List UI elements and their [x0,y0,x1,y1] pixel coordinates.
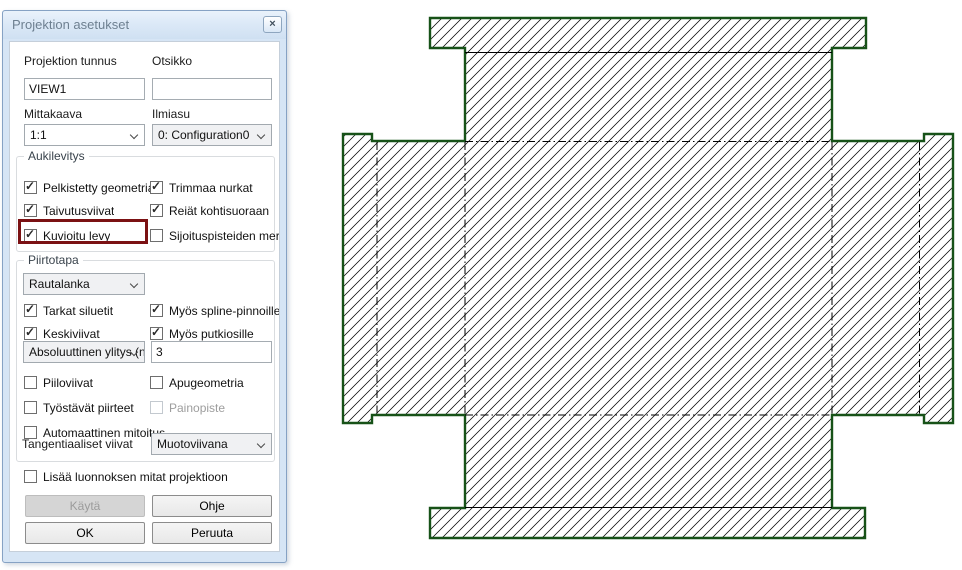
otsikko-label: Otsikko [152,54,192,68]
cancel-button[interactable]: Peruuta [152,522,272,544]
checkbox-label: Reiät kohtisuoraan [169,204,269,218]
tunnus-input[interactable] [24,78,145,100]
checkbox-pelkistetty-geometria[interactable]: Pelkistetty geometria [24,180,154,195]
render-mode-combobox[interactable]: Rautalanka [23,273,145,295]
checkbox-kuvioitu-levy[interactable]: Kuvioitu levy [24,228,110,243]
configuration-combobox[interactable]: 0: Configuration0 [152,124,272,146]
chevron-down-icon [130,131,138,139]
overshoot-mode-value: Absoluuttinen ylitys (n [29,345,145,359]
close-button[interactable]: × [263,16,282,33]
checkbox-label: Piiloviivat [43,376,93,390]
checkbox-label: Sijoituspisteiden merkir [169,229,279,243]
checkbox-myos-putkiosille[interactable]: Myös putkiosille [150,326,279,341]
projection-settings-dialog: Projektion asetukset × Projektion tunnus… [2,10,287,563]
checkbox-icon [150,401,163,414]
checkbox-label: Pelkistetty geometria [43,181,154,195]
checkbox-icon[interactable] [24,401,37,414]
apply-button-label: Käytä [70,499,101,513]
close-icon: × [269,19,275,30]
checkbox-tarkat-siluetit[interactable]: Tarkat siluetit [24,303,113,318]
scale-combobox[interactable]: 1:1 [24,124,145,146]
checkbox-label: Lisää luonnoksen mitat projektioon [43,470,228,484]
ilmiasu-label: Ilmiasu [152,107,190,121]
checkbox-piiloviivat[interactable]: Piiloviivat [24,375,93,390]
checkbox-label: Painopiste [169,401,225,415]
flat-pattern-outline[interactable] [343,18,953,538]
checkbox-icon[interactable] [24,181,37,194]
checkbox-sijoituspisteiden-merkinta[interactable]: Sijoituspisteiden merkir [150,228,279,243]
checkbox-icon[interactable] [150,327,163,340]
flatten-group-title: Aukilevitys [24,149,89,163]
checkbox-keskiviivat[interactable]: Keskiviivat [24,326,100,341]
checkbox-label: Taivutusviivat [43,204,114,218]
checkbox-label: Tarkat siluetit [43,304,113,318]
help-button-label: Ohje [199,499,224,513]
checkbox-apugeometria[interactable]: Apugeometria [150,375,279,390]
overshoot-value-input[interactable] [151,341,272,363]
checkbox-icon[interactable] [24,229,37,242]
checkbox-label: Apugeometria [169,376,244,390]
mittakaava-label: Mittakaava [24,107,82,121]
app-canvas: Projektion asetukset × Projektion tunnus… [0,0,962,570]
checkbox-icon[interactable] [24,327,37,340]
checkbox-trimmaa-nurkat[interactable]: Trimmaa nurkat [150,180,279,195]
dialog-title: Projektion asetukset [12,17,129,32]
checkbox-label: Työstävät piirteet [43,401,134,415]
checkbox-icon[interactable] [150,229,163,242]
overshoot-combobox[interactable]: Absoluuttinen ylitys (n [23,341,145,363]
configuration-value: 0: Configuration0 [158,128,249,142]
tangent-lines-value: Muotoviivana [157,437,228,451]
chevron-down-icon [257,131,265,139]
checkbox-icon[interactable] [24,376,37,389]
chevron-down-icon [257,440,265,448]
checkbox-taivutusviivat[interactable]: Taivutusviivat [24,203,114,218]
checkbox-icon[interactable] [150,376,163,389]
checkbox-label: Myös spline-pinnoille [169,304,279,318]
checkbox-reiat-kohtisuoraan[interactable]: Reiät kohtisuoraan [150,203,279,218]
checkbox-painopiste: Painopiste [150,400,279,415]
draw-mode-group-title: Piirtotapa [24,253,83,267]
dialog-titlebar[interactable]: Projektion asetukset × [3,11,286,39]
tangent-lines-combobox[interactable]: Muotoviivana [151,433,272,455]
help-button[interactable]: Ohje [152,495,272,517]
ok-button[interactable]: OK [25,522,145,544]
checkbox-lisaa-luonnoksen-mitat[interactable]: Lisää luonnoksen mitat projektioon [24,469,228,484]
checkbox-myos-spline-pinnoille[interactable]: Myös spline-pinnoille [150,303,279,318]
checkbox-icon[interactable] [24,204,37,217]
checkbox-label: Kuvioitu levy [43,229,110,243]
ok-button-label: OK [76,526,93,540]
dialog-body: Projektion tunnus Otsikko Mittakaava 1:1… [9,41,280,552]
checkbox-label: Trimmaa nurkat [169,181,253,195]
checkbox-label: Myös putkiosille [169,327,254,341]
checkbox-icon[interactable] [24,304,37,317]
otsikko-input[interactable] [152,78,272,100]
render-mode-value: Rautalanka [29,277,90,291]
chevron-down-icon [130,280,138,288]
scale-value: 1:1 [30,128,47,142]
checkbox-label: Keskiviivat [43,327,100,341]
tangent-lines-label: Tangentiaaliset viivat [22,437,133,451]
cancel-button-label: Peruuta [191,526,233,540]
apply-button: Käytä [25,495,145,517]
tunnus-label: Projektion tunnus [24,54,117,68]
checkbox-icon[interactable] [150,304,163,317]
checkbox-icon[interactable] [150,204,163,217]
checkbox-tyostavat-piirteet[interactable]: Työstävät piirteet [24,400,134,415]
checkbox-icon[interactable] [24,470,37,483]
checkbox-icon[interactable] [150,181,163,194]
